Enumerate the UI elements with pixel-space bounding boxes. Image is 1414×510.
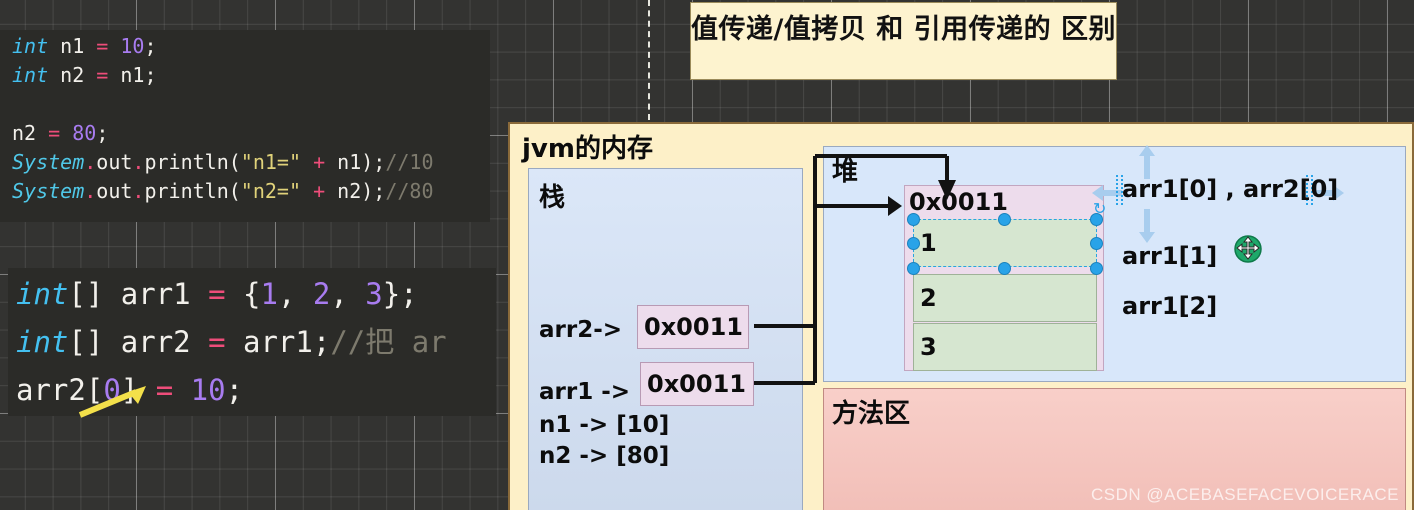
method-area-region: 方法区 CSDN @ACEBASEFACEVOICERACE: [823, 388, 1406, 510]
rotate-handle-icon[interactable]: ↻: [1093, 202, 1109, 218]
code-line: int n1 = 10;: [12, 34, 157, 58]
selection-handle-w[interactable]: [907, 237, 920, 250]
code-line: int[] arr2 = arr1;//把 ar: [16, 325, 447, 359]
slide-canvas: // 的变化, 不会影响到 的值 int n1 = 10;int n2 = n1…: [0, 0, 1414, 510]
stack-var-n1: n1 -> [10]: [539, 412, 670, 438]
array-cell-2-label: arr1[2]: [1122, 292, 1218, 320]
stack-var-arr2-name: arr2->: [539, 317, 623, 343]
heap-title: 堆: [832, 157, 859, 187]
array-cell-1[interactable]: 2: [913, 274, 1097, 322]
code-line: int[] arr1 = {1, 2, 3};: [16, 277, 418, 311]
drag-arrow-up-icon: [1139, 145, 1155, 179]
selection-handle-e[interactable]: [1090, 237, 1103, 250]
stack-var-arr1-value[interactable]: 0x0011: [640, 362, 754, 406]
code-line: System.out.println("n1=" + n1);//10: [12, 150, 434, 174]
selection-handle-sw[interactable]: [907, 262, 920, 275]
array-cell-2[interactable]: 3: [913, 323, 1097, 371]
selection-handle-s[interactable]: [998, 262, 1011, 275]
array-cell-0[interactable]: 1: [913, 219, 1097, 267]
stack-title: 栈: [539, 183, 566, 213]
method-area-title: 方法区: [832, 399, 911, 429]
title-text: 值传递/值拷贝 和 引用传递的 区别: [690, 14, 1117, 45]
csdn-watermark: CSDN @ACEBASEFACEVOICERACE: [1091, 485, 1399, 504]
code-line: System.out.println("n2=" + n2);//80: [12, 179, 434, 203]
stack-var-arr2-value[interactable]: 0x0011: [637, 305, 749, 349]
yellow-pointer-arrow: [78, 386, 146, 418]
array-object-address: 0x0011: [909, 188, 1008, 216]
code-line: n2 = 80;: [12, 121, 109, 145]
code-line: int n2 = n1;: [12, 63, 157, 87]
stack-var-n2: n2 -> [80]: [539, 443, 670, 469]
title-banner: 值传递/值拷贝 和 引用传递的 区别: [690, 2, 1117, 80]
code-editor-top[interactable]: int n1 = 10; int n2 = n1; n2 = 80; System.…: [0, 30, 490, 222]
move-cursor-icon: [1234, 235, 1262, 263]
selection-handle-se[interactable]: [1090, 262, 1103, 275]
array-cell-1-label: arr1[1]: [1122, 242, 1218, 270]
stack-region: 栈 arr2-> 0x0011 arr1 -> 0x0011 n1 -> [10…: [528, 168, 803, 510]
guide-line: [648, 0, 650, 120]
drag-arrow-down-icon: [1139, 209, 1155, 243]
selection-handle-nw[interactable]: [907, 213, 920, 226]
selection-handle-n[interactable]: [998, 213, 1011, 226]
array-cell-0-label: arr1[0] , arr2[0]: [1122, 175, 1339, 203]
array-object[interactable]: 0x0011 1 2 3 ↻: [904, 185, 1106, 371]
jvm-memory-panel: jvm的内存 栈 arr2-> 0x0011 arr1 -> 0x0011 n1…: [508, 122, 1414, 510]
stack-var-arr1-name: arr1 ->: [539, 379, 631, 405]
jvm-panel-title: jvm的内存: [522, 134, 653, 164]
heap-region: 堆 0x0011 1 2 3 ↻ arr1[0] , arr2[0] arr1[…: [823, 145, 1406, 382]
